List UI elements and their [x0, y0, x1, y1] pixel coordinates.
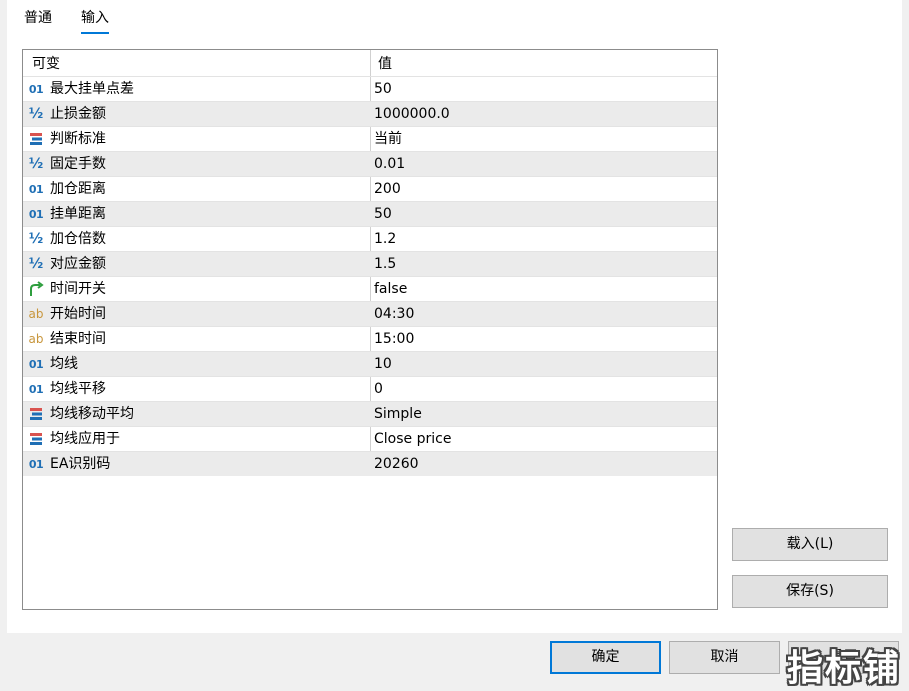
parameter-name: 开始时间: [50, 306, 106, 322]
parameter-value[interactable]: 50: [374, 202, 392, 226]
double-icon: ½: [28, 156, 44, 172]
table-row[interactable]: 01 最大挂单点差 50: [23, 76, 717, 101]
table-row[interactable]: ½ 加仓倍数 1.2: [23, 226, 717, 251]
parameter-name: 结束时间: [50, 331, 106, 347]
int-icon: 01: [28, 207, 44, 221]
parameter-value[interactable]: 20260: [374, 452, 419, 476]
string-icon: ab: [28, 307, 44, 321]
int-icon: 01: [28, 382, 44, 396]
parameter-value[interactable]: 当前: [374, 127, 402, 151]
enum-icon: [27, 404, 45, 424]
table-row[interactable]: 01 EA识别码 20260: [23, 451, 717, 476]
parameter-name: 均线: [50, 356, 78, 372]
cancel-button[interactable]: 取消: [669, 641, 780, 674]
table-row[interactable]: ab 开始时间 04:30: [23, 301, 717, 326]
string-icon: ab: [28, 332, 44, 346]
watermark-logo: 指标铺: [787, 648, 902, 689]
parameter-value[interactable]: 10: [374, 352, 392, 376]
table-row[interactable]: ½ 对应金额 1.5: [23, 251, 717, 276]
load-button[interactable]: 载入(L): [732, 528, 888, 561]
parameter-name: 均线平移: [50, 381, 106, 397]
parameter-name: EA识别码: [50, 456, 111, 472]
table-row[interactable]: 均线移动平均 Simple: [23, 401, 717, 426]
save-button[interactable]: 保存(S): [732, 575, 888, 608]
double-icon: ½: [28, 256, 44, 272]
tab-common[interactable]: 普通: [24, 8, 52, 34]
table-row[interactable]: 判断标准 当前: [23, 126, 717, 151]
parameter-name: 固定手数: [50, 156, 106, 172]
column-header-value[interactable]: 值: [378, 50, 392, 76]
parameter-value[interactable]: false: [374, 277, 407, 301]
bool-icon: [27, 279, 45, 299]
table-row[interactable]: 01 均线平移 0: [23, 376, 717, 401]
table-row[interactable]: ab 结束时间 15:00: [23, 326, 717, 351]
parameter-value[interactable]: 04:30: [374, 302, 414, 326]
parameter-name: 加仓倍数: [50, 231, 106, 247]
parameter-name: 加仓距离: [50, 181, 106, 197]
double-icon: ½: [28, 106, 44, 122]
parameter-name: 判断标准: [50, 131, 106, 147]
parameter-value[interactable]: 1000000.0: [374, 102, 450, 126]
tab-inputs[interactable]: 输入: [81, 8, 109, 34]
table-row[interactable]: 均线应用于 Close price: [23, 426, 717, 451]
parameter-value[interactable]: Close price: [374, 427, 451, 451]
ok-button[interactable]: 确定: [550, 641, 661, 674]
parameter-name: 挂单距离: [50, 206, 106, 222]
column-header-variable[interactable]: 可变: [32, 50, 60, 76]
parameter-value[interactable]: 50: [374, 77, 392, 101]
inputs-grid: 可变 值 01 最大挂单点差 50 ½ 止损金额 1000000.0 判断标准 当前 ½ 固定手数…: [22, 49, 718, 610]
int-icon: 01: [28, 457, 44, 471]
parameter-name: 对应金额: [50, 256, 106, 272]
parameter-name: 止损金额: [50, 106, 106, 122]
table-row[interactable]: 时间开关 false: [23, 276, 717, 301]
int-icon: 01: [28, 182, 44, 196]
parameter-value[interactable]: 1.5: [374, 252, 396, 276]
parameter-value[interactable]: 0: [374, 377, 383, 401]
parameter-name: 最大挂单点差: [50, 81, 134, 97]
parameter-name: 时间开关: [50, 281, 106, 297]
table-row[interactable]: 01 加仓距离 200: [23, 176, 717, 201]
table-row[interactable]: 01 挂单距离 50: [23, 201, 717, 226]
double-icon: ½: [28, 231, 44, 247]
parameter-value[interactable]: 200: [374, 177, 401, 201]
int-icon: 01: [28, 82, 44, 96]
parameter-name: 均线应用于: [50, 431, 120, 447]
enum-icon: [27, 129, 45, 149]
table-row[interactable]: ½ 固定手数 0.01: [23, 151, 717, 176]
table-row[interactable]: 01 均线 10: [23, 351, 717, 376]
enum-icon: [27, 429, 45, 449]
parameter-value[interactable]: 1.2: [374, 227, 396, 251]
parameter-value[interactable]: 0.01: [374, 152, 405, 176]
table-row[interactable]: ½ 止损金额 1000000.0: [23, 101, 717, 126]
parameter-value[interactable]: Simple: [374, 402, 422, 426]
parameter-name: 均线移动平均: [50, 406, 134, 422]
int-icon: 01: [28, 357, 44, 371]
parameter-value[interactable]: 15:00: [374, 327, 414, 351]
